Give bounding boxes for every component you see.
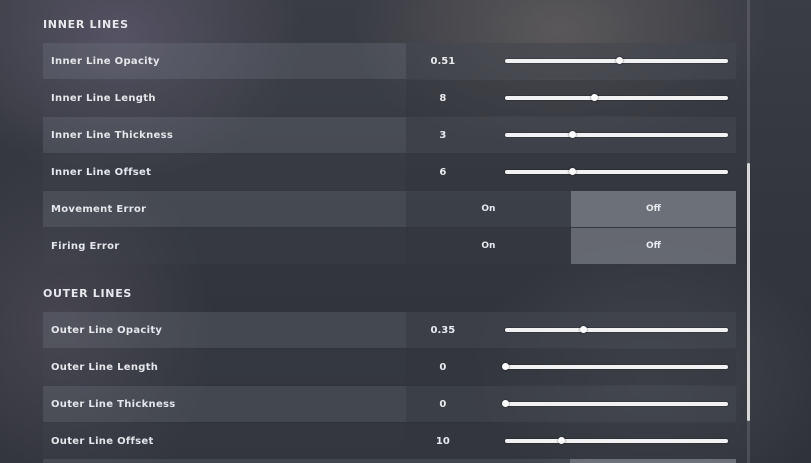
toggle-off-button[interactable]: Off xyxy=(570,191,737,227)
setting-row-inner-line-length: Inner Line Length 8 xyxy=(43,80,736,116)
setting-row-outer-line-length: Outer Line Length 0 xyxy=(43,349,736,385)
inner-line-thickness-slider[interactable] xyxy=(504,131,728,138)
value-readout[interactable]: 3 xyxy=(406,117,480,153)
value-readout[interactable]: 10 xyxy=(406,423,480,459)
slider-control: 0 xyxy=(405,349,736,385)
setting-label: Outer Line Thickness xyxy=(51,398,176,410)
crosshair-settings-panel: INNER LINES Inner Line Opacity 0.51 Inne… xyxy=(0,0,745,463)
toggle-off-button[interactable]: Off xyxy=(570,228,737,264)
setting-label: Outer Line Opacity xyxy=(51,324,163,336)
slider-control: 3 xyxy=(405,117,736,153)
outer-line-thickness-slider[interactable] xyxy=(501,400,728,407)
slider-thumb[interactable] xyxy=(568,168,576,175)
slider-control: 0 xyxy=(405,386,736,422)
slider-control: 0.51 xyxy=(405,43,736,79)
setting-label: Inner Line Thickness xyxy=(51,129,174,141)
slider-thumb[interactable] xyxy=(591,94,599,101)
setting-row-inner-line-offset: Inner Line Offset 6 xyxy=(43,154,736,190)
movement-error-toggle: On Off xyxy=(405,191,737,227)
section-title-outer-lines: OUTER LINES xyxy=(43,287,133,300)
setting-row-outer-line-opacity: Outer Line Opacity 0.35 xyxy=(43,312,736,348)
setting-row-outer-line-offset: Outer Line Offset 10 xyxy=(43,423,736,459)
slider-control: 8 xyxy=(405,80,736,116)
outer-line-length-slider[interactable] xyxy=(501,363,728,370)
slider-thumb[interactable] xyxy=(568,131,576,138)
setting-row-inner-line-thickness: Inner Line Thickness 3 xyxy=(43,117,736,153)
slider-thumb[interactable] xyxy=(501,363,509,370)
setting-row-partial xyxy=(43,459,736,463)
value-readout[interactable]: 8 xyxy=(406,80,480,116)
slider-thumb[interactable] xyxy=(615,57,623,64)
setting-label: Outer Line Length xyxy=(51,361,159,373)
setting-label: Inner Line Offset xyxy=(51,166,152,178)
firing-error-toggle: On Off xyxy=(405,228,737,264)
section-title-inner-lines: INNER LINES xyxy=(43,18,129,31)
slider-control: 0.35 xyxy=(405,312,736,348)
value-readout[interactable]: 6 xyxy=(406,154,480,190)
slider-thumb[interactable] xyxy=(557,437,565,444)
setting-row-inner-line-opacity: Inner Line Opacity 0.51 xyxy=(43,43,736,79)
inner-line-length-slider[interactable] xyxy=(504,94,728,101)
inner-line-opacity-slider[interactable] xyxy=(504,57,728,64)
setting-label: Inner Line Opacity xyxy=(51,55,160,67)
slider-control: 6 xyxy=(405,154,736,190)
setting-row-movement-error: Movement Error On Off xyxy=(43,191,737,227)
value-readout[interactable]: 0 xyxy=(406,386,480,422)
slider-thumb[interactable] xyxy=(501,400,509,407)
setting-label: Movement Error xyxy=(51,203,147,215)
toggle-on-button[interactable]: On xyxy=(405,228,571,264)
setting-row-firing-error: Firing Error On Off xyxy=(43,228,737,264)
slider-control: 10 xyxy=(405,423,736,459)
toggle-on-button[interactable]: On xyxy=(405,191,571,227)
toggle-off-button[interactable] xyxy=(570,459,736,463)
value-readout[interactable]: 0.51 xyxy=(406,43,480,79)
setting-label: Firing Error xyxy=(51,240,120,252)
setting-row-outer-line-thickness: Outer Line Thickness 0 xyxy=(43,386,736,422)
outer-line-opacity-slider[interactable] xyxy=(504,326,728,333)
slider-thumb[interactable] xyxy=(579,326,587,333)
value-readout[interactable]: 0 xyxy=(406,349,480,385)
setting-label: Inner Line Length xyxy=(51,92,156,104)
setting-label: Outer Line Offset xyxy=(51,435,154,447)
outer-line-offset-slider[interactable] xyxy=(504,437,728,444)
scrollbar-thumb[interactable] xyxy=(747,163,750,421)
scrollbar-track[interactable] xyxy=(747,0,750,463)
value-readout[interactable]: 0.35 xyxy=(406,312,480,348)
inner-line-offset-slider[interactable] xyxy=(504,168,728,175)
